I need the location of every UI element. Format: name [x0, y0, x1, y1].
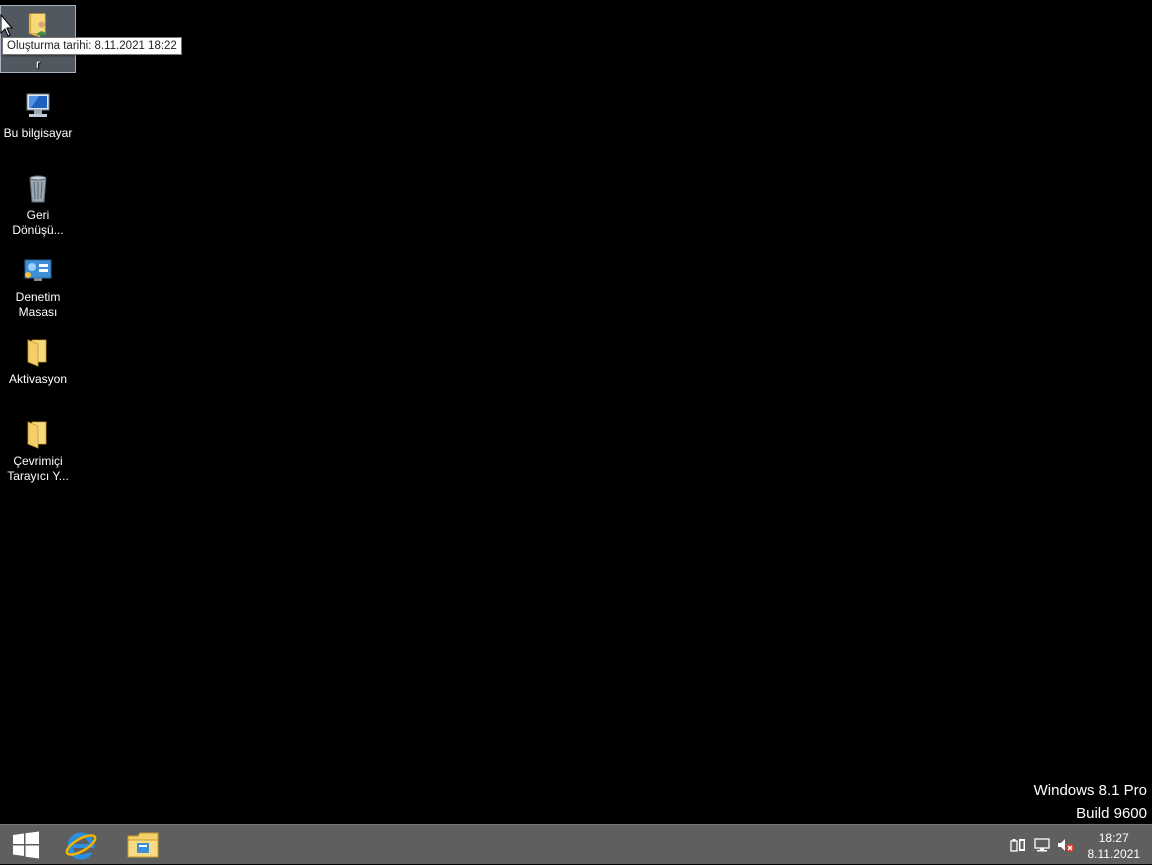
internet-explorer-icon	[65, 832, 97, 860]
desktop-icon-recycle-bin[interactable]: Geri Dönüşü...	[0, 168, 76, 238]
clock-time: 18:27	[1098, 831, 1129, 845]
start-button[interactable]	[0, 825, 52, 865]
desktop-icon-control-panel[interactable]: Denetim Masası	[0, 250, 76, 320]
tooltip: Oluşturma tarihi: 8.11.2021 18:22	[2, 37, 182, 55]
folder-icon	[27, 339, 47, 367]
power-icon[interactable]	[1009, 837, 1027, 853]
desktop-icon-label: Geri Dönüşü...	[12, 208, 64, 237]
os-edition: Windows 8.1 Pro	[1033, 782, 1147, 799]
folder-icon	[27, 421, 47, 449]
desktop-icon-label: Aktivasyon	[8, 372, 68, 386]
desktop-icon-aktivasyon[interactable]: Aktivasyon	[0, 332, 76, 387]
mouse-cursor-icon	[0, 14, 14, 37]
taskbar-internet-explorer[interactable]	[55, 825, 107, 865]
taskbar-file-explorer[interactable]	[116, 825, 170, 865]
computer-icon	[26, 93, 50, 117]
volume-muted-icon[interactable]	[1057, 837, 1075, 853]
desktop-icon-online-browser[interactable]: Çevrimiçi Tarayıcı Y...	[0, 414, 76, 484]
windows-logo-icon	[13, 831, 39, 859]
desktop[interactable]: r Bu bilgisayar Geri Dönüşü... Denetim M…	[0, 0, 1152, 824]
user-folder-icon	[28, 13, 48, 38]
desktop-icon-label: Bu bilgisayar	[3, 126, 73, 140]
desktop-icon-label: Çevrimiçi Tarayıcı Y...	[7, 454, 69, 483]
desktop-icon-this-pc[interactable]: Bu bilgisayar	[0, 86, 76, 141]
control-panel-icon	[24, 259, 52, 281]
clock-date: 8.11.2021	[1087, 847, 1141, 861]
taskbar-clock[interactable]: 18:27 8.11.2021	[1088, 830, 1141, 862]
taskbar: 18:27 8.11.2021	[0, 824, 1152, 864]
recycle-bin-icon	[29, 175, 47, 203]
os-build: Build 9600	[1076, 805, 1147, 822]
desktop-icon-label: Denetim Masası	[15, 290, 61, 319]
os-watermark: Windows 8.1 Pro Build 9600	[1034, 779, 1147, 825]
file-explorer-icon	[127, 832, 159, 858]
network-icon[interactable]	[1033, 837, 1051, 853]
desktop-icon-label: r	[36, 57, 40, 71]
